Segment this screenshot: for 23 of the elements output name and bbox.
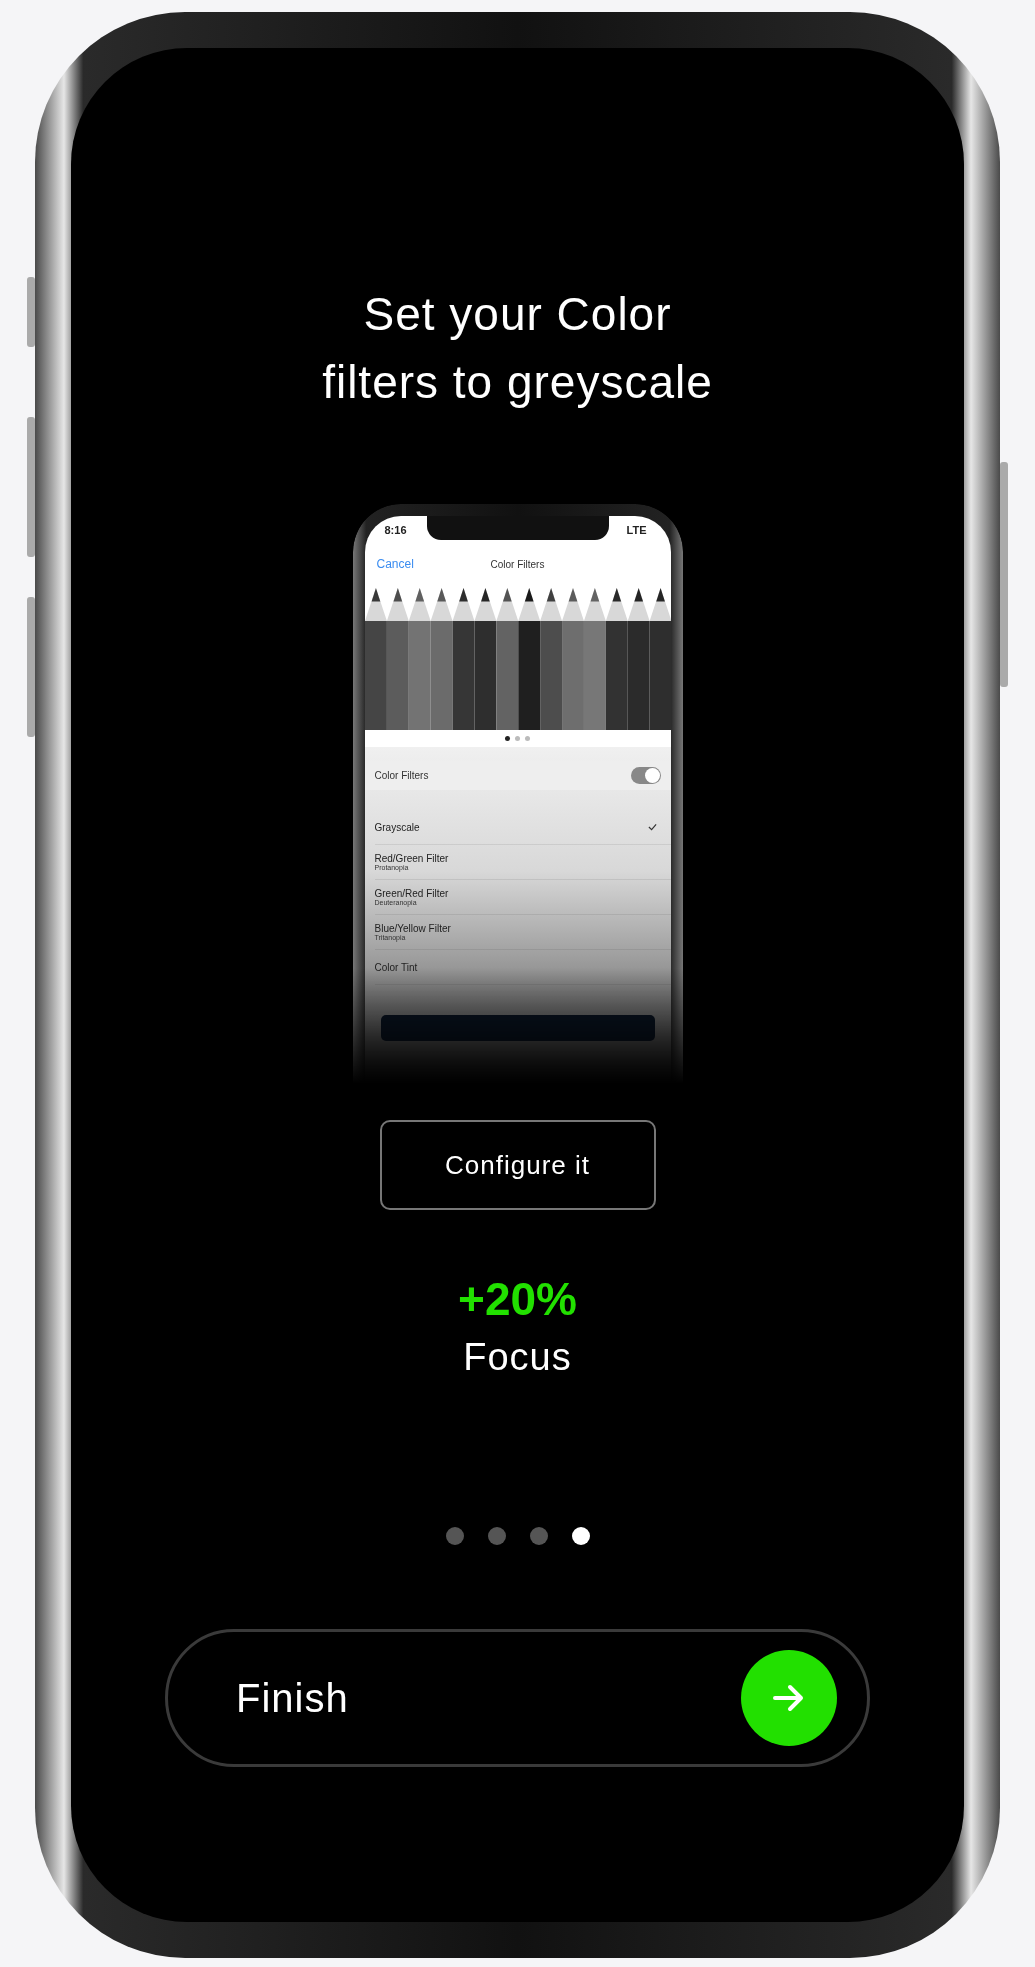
page-dot[interactable] xyxy=(505,736,510,741)
page-dot[interactable] xyxy=(515,736,520,741)
stat-value: +20% xyxy=(458,1272,577,1326)
status-time: 8:16 xyxy=(384,524,407,538)
option-label[interactable]: Blue/Yellow Filter xyxy=(374,923,451,934)
cancel-link[interactable]: Cancel xyxy=(376,557,414,571)
page-dot[interactable] xyxy=(445,1527,464,1545)
nav-title: Color Filters xyxy=(490,558,545,570)
option-label[interactable]: Grayscale xyxy=(374,821,420,833)
onboarding-title: Set your Color filters to greyscale xyxy=(321,287,714,410)
stat-label: Focus xyxy=(463,1336,572,1379)
setting-label: Color Filters xyxy=(374,770,429,781)
page-dot[interactable] xyxy=(571,1527,590,1545)
page-dot[interactable] xyxy=(529,1527,548,1545)
toggle-switch[interactable] xyxy=(630,767,661,784)
configure-button[interactable]: Configure it xyxy=(379,1120,656,1210)
page-dot[interactable] xyxy=(487,1527,506,1545)
option-label[interactable]: Red/Green Filter xyxy=(374,853,449,864)
finish-label: Finish xyxy=(236,1675,349,1721)
option-label[interactable]: Green/Red Filter xyxy=(374,888,449,899)
option-label[interactable]: Color Tint xyxy=(374,961,418,973)
network-label: LTE xyxy=(626,524,647,538)
page-dot[interactable] xyxy=(525,736,530,741)
